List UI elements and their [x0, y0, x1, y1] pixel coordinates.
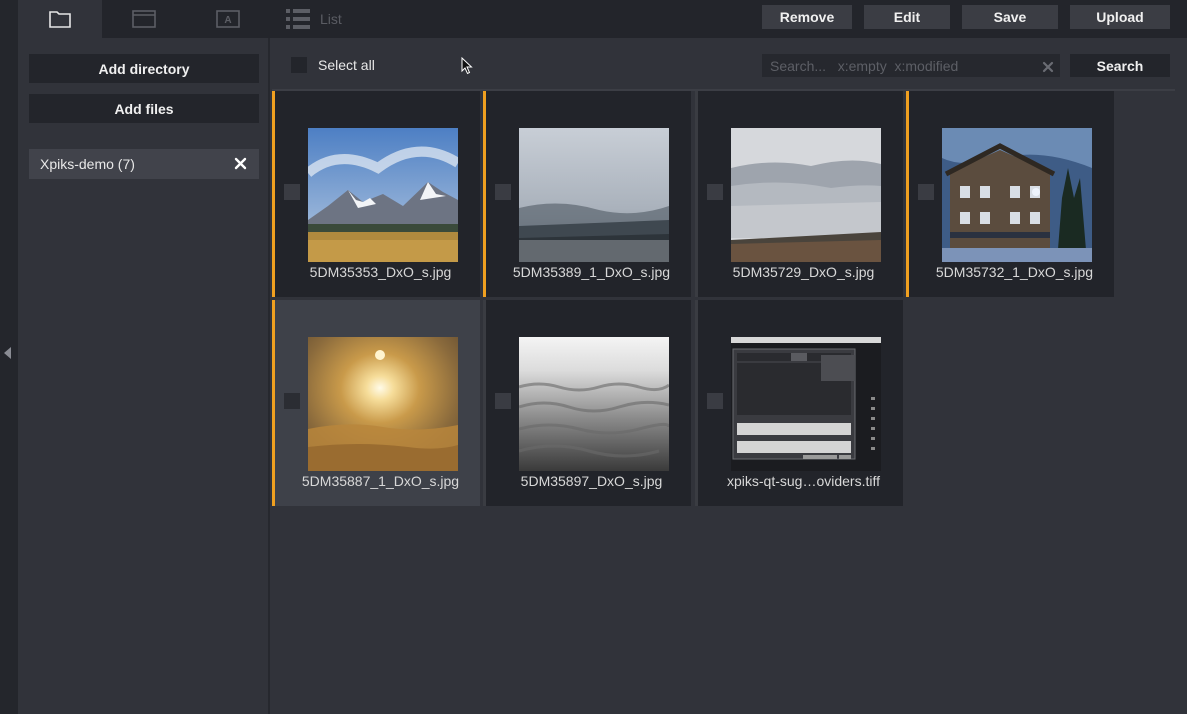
- search-button[interactable]: Search: [1070, 54, 1170, 77]
- save-button[interactable]: Save: [962, 5, 1058, 29]
- tab-list[interactable]: List: [270, 0, 360, 38]
- file-checkbox[interactable]: [495, 393, 511, 409]
- remove-button[interactable]: Remove: [762, 5, 852, 29]
- file-thumbnail[interactable]: [519, 337, 669, 471]
- file-name: 5DM35353_DxO_s.jpg: [309, 264, 452, 280]
- file-checkbox[interactable]: [284, 393, 300, 409]
- list-icon: [286, 7, 310, 31]
- mouse-cursor-icon: [461, 56, 473, 75]
- folder-icon: [49, 10, 71, 28]
- add-directory-button[interactable]: Add directory: [29, 54, 259, 83]
- top-bar: A List Remove Edit Save Upload: [18, 0, 1187, 38]
- file-name: 5DM35887_1_DxO_s.jpg: [301, 473, 460, 489]
- directory-item[interactable]: Xpiks-demo (7): [29, 149, 259, 179]
- collapse-arrow-icon[interactable]: [4, 347, 11, 359]
- text-icon: A: [216, 10, 240, 28]
- edit-button[interactable]: Edit: [864, 5, 950, 29]
- tab-text[interactable]: A: [186, 0, 270, 38]
- file-thumbnail[interactable]: [308, 337, 458, 471]
- directory-label: Xpiks-demo (7): [40, 156, 135, 172]
- file-name: 5DM35897_DxO_s.jpg: [520, 473, 663, 489]
- file-thumbnail[interactable]: [308, 128, 458, 262]
- file-name: 5DM35732_1_DxO_s.jpg: [935, 264, 1094, 280]
- tab-files[interactable]: [18, 0, 102, 38]
- file-tile[interactable]: 5DM35897_DxO_s.jpg: [483, 300, 691, 506]
- image-icon: [132, 10, 156, 28]
- add-files-button[interactable]: Add files: [29, 94, 259, 123]
- file-tile[interactable]: xpiks-qt-sug…oviders.tiff: [695, 300, 903, 506]
- left-edge-strip: [0, 0, 18, 714]
- file-name: 5DM35389_1_DxO_s.jpg: [512, 264, 671, 280]
- clear-search-icon[interactable]: [1042, 60, 1054, 73]
- file-tile[interactable]: 5DM35887_1_DxO_s.jpg: [272, 300, 480, 506]
- file-thumbnail[interactable]: [519, 128, 669, 262]
- upload-button[interactable]: Upload: [1070, 5, 1170, 29]
- sidebar: Add directory Add files Xpiks-demo (7): [18, 38, 270, 714]
- files-toolbar: Select all Search: [272, 38, 1187, 91]
- file-thumbnail[interactable]: [731, 337, 881, 471]
- file-checkbox[interactable]: [707, 393, 723, 409]
- tab-list-label: List: [320, 11, 342, 27]
- file-tile[interactable]: 5DM35729_DxO_s.jpg: [695, 91, 903, 297]
- file-checkbox[interactable]: [495, 184, 511, 200]
- file-name: xpiks-qt-sug…oviders.tiff: [726, 473, 880, 489]
- main-area: Select all Search 5DM35353_DxO_s.jpg: [272, 38, 1187, 714]
- close-icon[interactable]: [234, 157, 247, 170]
- select-all-label[interactable]: Select all: [318, 57, 375, 73]
- svg-text:A: A: [224, 15, 231, 26]
- file-tile[interactable]: 5DM35353_DxO_s.jpg: [272, 91, 480, 297]
- file-thumbnail[interactable]: [942, 128, 1092, 262]
- file-tile[interactable]: 5DM35389_1_DxO_s.jpg: [483, 91, 691, 297]
- tab-image[interactable]: [102, 0, 186, 38]
- file-name: 5DM35729_DxO_s.jpg: [732, 264, 875, 280]
- file-thumbnail[interactable]: [731, 128, 881, 262]
- file-tile[interactable]: 5DM35732_1_DxO_s.jpg: [906, 91, 1114, 297]
- file-checkbox[interactable]: [918, 184, 934, 200]
- file-checkbox[interactable]: [707, 184, 723, 200]
- select-all-checkbox[interactable]: [291, 57, 307, 73]
- search-input[interactable]: [762, 54, 1060, 77]
- file-checkbox[interactable]: [284, 184, 300, 200]
